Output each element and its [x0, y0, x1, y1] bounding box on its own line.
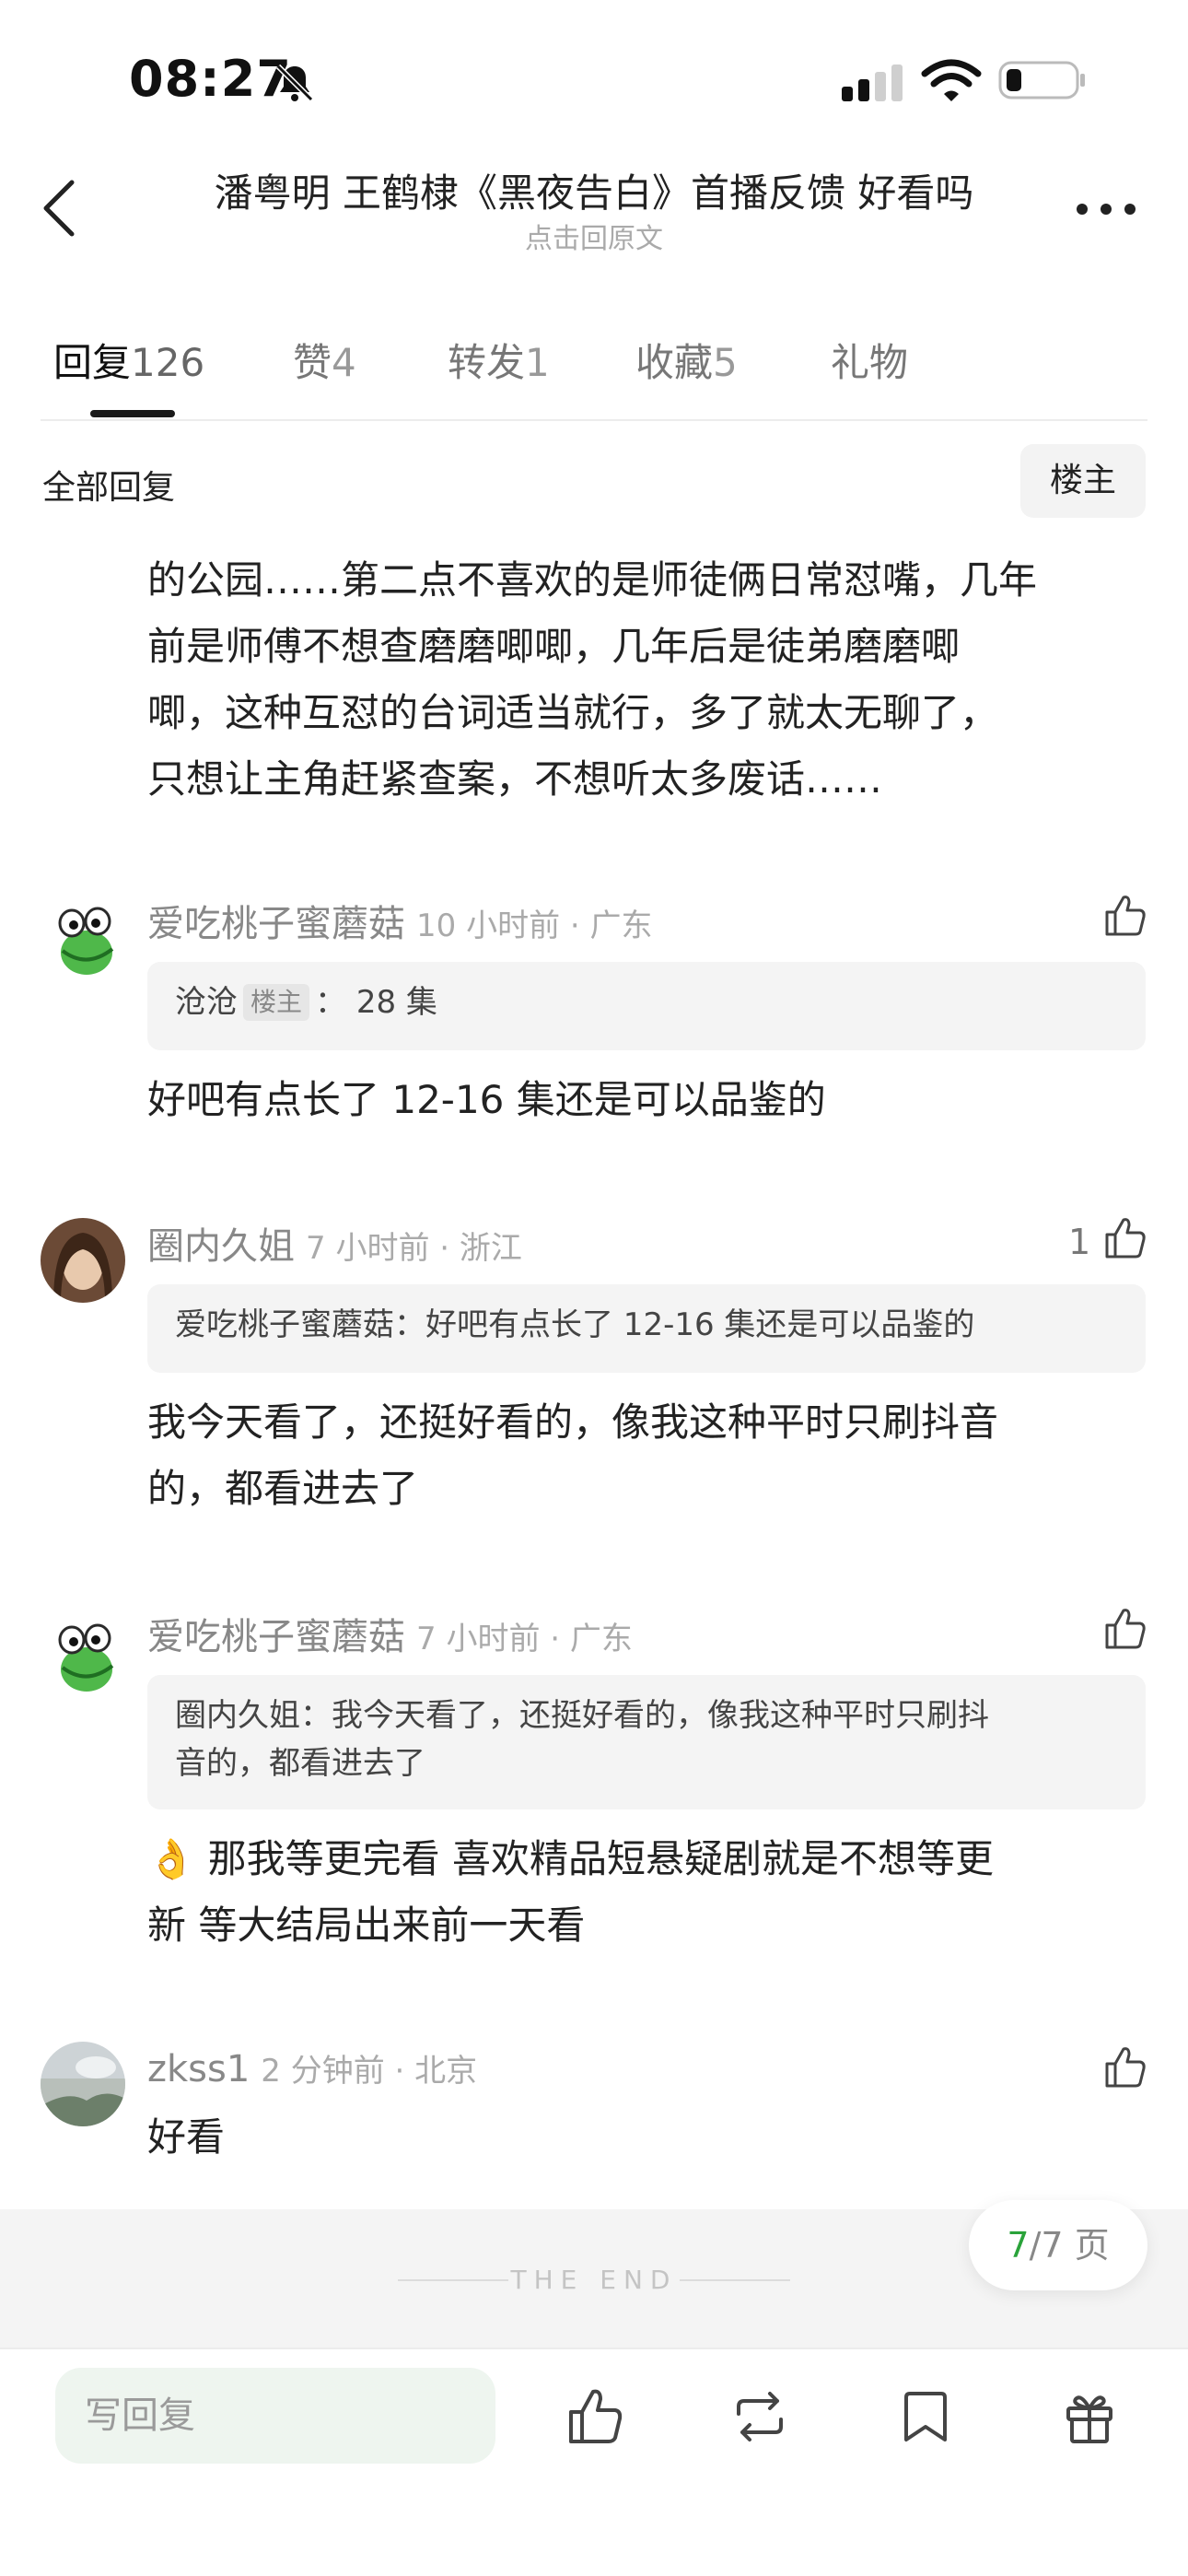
like-icon[interactable]: [1101, 1605, 1147, 1651]
comment-username[interactable]: 爱吃桃子蜜蘑菇 10 小时前 · 广东: [147, 894, 653, 947]
quoted-reply[interactable]: 沧沧 楼主： 28 集: [147, 962, 1146, 1050]
tab-bar: 回复126 赞4 转发1 收藏5 礼物: [53, 332, 1159, 387]
reply-input[interactable]: 写回复: [55, 2368, 495, 2464]
page-title[interactable]: 潘粤明 王鹤棣《黑夜告白》首播反馈 好看吗: [129, 162, 1059, 218]
back-arrow-icon[interactable]: [37, 175, 81, 241]
tab-likes[interactable]: 赞4: [293, 332, 356, 388]
cellular-signal-icon: [842, 64, 903, 101]
wifi-icon: [921, 59, 982, 101]
like-icon[interactable]: [1101, 1214, 1147, 1260]
like-icon[interactable]: [564, 2386, 624, 2447]
comment-meta: 7 小时前 · 广东: [416, 1621, 633, 1657]
frog-avatar-icon: [41, 1612, 125, 1697]
tab-gifts[interactable]: 礼物: [831, 332, 908, 388]
like-icon[interactable]: [1101, 892, 1147, 938]
battery-icon: [998, 61, 1085, 100]
comment-meta: 7 小时前 · 浙江: [306, 1230, 522, 1267]
op-only-button[interactable]: 楼主: [1020, 444, 1146, 518]
landscape-avatar-icon: [41, 2042, 125, 2126]
page-indicator[interactable]: 7/7 页: [969, 2200, 1147, 2290]
comment-username[interactable]: 爱吃桃子蜜蘑菇 7 小时前 · 广东: [147, 1607, 633, 1660]
gift-icon[interactable]: [1059, 2386, 1120, 2447]
silent-bell-icon: [275, 64, 314, 102]
quoted-reply[interactable]: 爱吃桃子蜜蘑菇：好吧有点长了 12-16 集还是可以品鉴的: [147, 1284, 1146, 1373]
tab-replies[interactable]: 回复126: [53, 332, 204, 388]
avatar[interactable]: [41, 1612, 125, 1697]
avatar[interactable]: [41, 1218, 125, 1303]
bookmark-icon[interactable]: [895, 2386, 956, 2447]
tab-favorites[interactable]: 收藏5: [635, 332, 738, 388]
frog-avatar-icon: [41, 896, 125, 980]
active-tab-indicator: [90, 410, 175, 417]
avatar[interactable]: [41, 896, 125, 980]
comment-text: 我今天看了，还挺好看的，像我这种平时只刷抖音 的，都看进去了: [147, 1399, 999, 1511]
like-icon[interactable]: [1101, 2043, 1147, 2090]
comment-text: 好看: [147, 2114, 226, 2160]
comment-text: 的公园……第二点不喜欢的是师徒俩日常怼嘴，几年 前是师傅不想查磨磨唧唧，几年后是…: [147, 557, 1038, 802]
comment-text: 好吧有点长了 12-16 集还是可以品鉴的: [147, 1077, 826, 1122]
all-replies-label: 全部回复: [42, 469, 176, 507]
comment-username[interactable]: 圈内久姐 7 小时前 · 浙江: [147, 1216, 522, 1270]
comment-text: 👌 那我等更完看 喜欢精品短悬疑剧就是不想等更 新 等大结局出来前一天看: [147, 1836, 994, 1948]
status-time: 08:27: [129, 50, 292, 108]
tab-reposts[interactable]: 转发1: [448, 332, 550, 388]
avatar[interactable]: [41, 2042, 125, 2126]
divider: [41, 419, 1147, 421]
quoted-reply[interactable]: 圈内久姐：我今天看了，还挺好看的，像我这种平时只刷抖 音的，都看进去了: [147, 1675, 1146, 1809]
divider: [0, 2348, 1188, 2349]
back-to-original-link[interactable]: 点击回原文: [129, 216, 1059, 256]
comment-username[interactable]: zkss1 2 分钟前 · 北京: [147, 2045, 477, 2090]
op-badge: 楼主: [243, 984, 310, 1021]
comment-meta: 10 小时前 · 广东: [416, 907, 653, 944]
person-avatar-icon: [41, 1218, 125, 1303]
more-options-icon[interactable]: [1074, 201, 1138, 217]
like-count: 1: [1068, 1222, 1091, 1262]
repost-icon[interactable]: [729, 2386, 790, 2447]
comment-meta: 2 分钟前 · 北京: [261, 2053, 478, 2090]
